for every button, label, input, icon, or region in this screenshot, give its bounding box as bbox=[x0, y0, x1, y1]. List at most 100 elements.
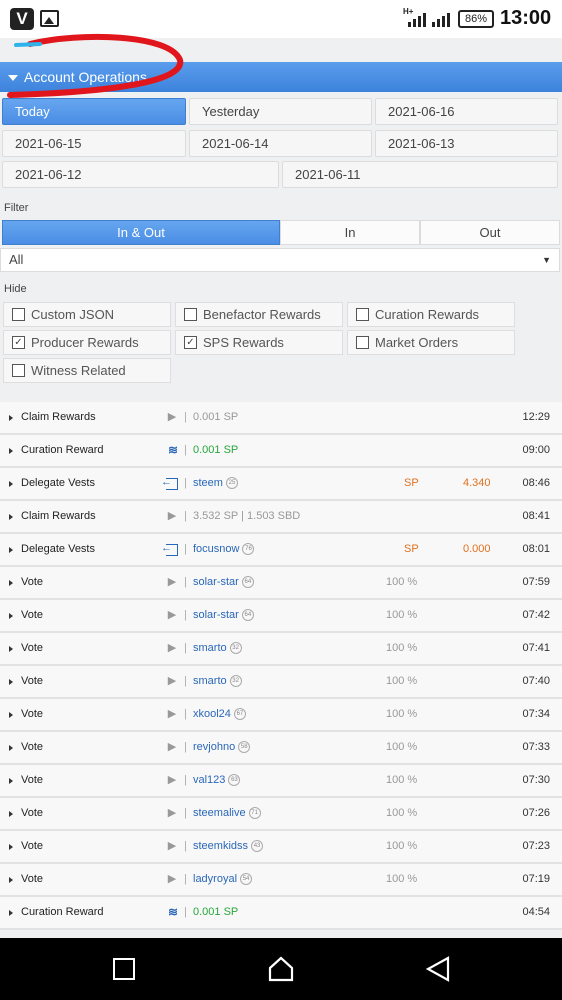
expand-arrow-icon[interactable] bbox=[9, 877, 13, 883]
vote-percent: 100 % bbox=[386, 675, 418, 687]
hide-producer-rewards-checkbox[interactable]: ✓ Producer Rewards bbox=[3, 330, 171, 355]
op-amount: 4.340 bbox=[463, 477, 491, 489]
recent-apps-icon[interactable] bbox=[113, 958, 135, 980]
operation-row[interactable]: Vote ▶ | solar-star 64 100 % 07:42 bbox=[0, 600, 562, 633]
filter-in-out-tab[interactable]: In & Out bbox=[2, 220, 280, 245]
op-time: 07:33 bbox=[522, 741, 550, 753]
expand-arrow-icon[interactable] bbox=[9, 844, 13, 850]
hide-sps-rewards-checkbox[interactable]: ✓ SPS Rewards bbox=[175, 330, 343, 355]
vote-percent: 100 % bbox=[386, 576, 418, 588]
date-today-button[interactable]: Today bbox=[2, 98, 186, 125]
op-amount: 0.000 bbox=[463, 543, 491, 555]
expand-arrow-icon[interactable] bbox=[9, 580, 13, 586]
vote-percent: 100 % bbox=[386, 774, 418, 786]
expand-arrow-icon[interactable] bbox=[9, 646, 13, 652]
date-button[interactable]: 2021-06-11 bbox=[282, 161, 558, 188]
user-link[interactable]: smarto 32 bbox=[193, 666, 242, 697]
play-icon: ▶ bbox=[167, 411, 177, 423]
expand-arrow-icon[interactable] bbox=[9, 811, 13, 817]
user-link[interactable]: val123 63 bbox=[193, 765, 241, 796]
user-link[interactable]: steemalive 71 bbox=[193, 798, 261, 829]
expand-arrow-icon[interactable] bbox=[9, 547, 13, 553]
expand-arrow-icon[interactable] bbox=[9, 481, 13, 487]
reputation-badge: 64 bbox=[241, 576, 254, 589]
expand-arrow-icon[interactable] bbox=[9, 448, 13, 454]
hide-market-orders-checkbox[interactable]: Market Orders bbox=[347, 330, 515, 355]
expand-arrow-icon[interactable] bbox=[9, 778, 13, 784]
op-time: 04:54 bbox=[522, 906, 550, 918]
operation-row[interactable]: Curation Reward ≋ | 0.001 SP 09:00 bbox=[0, 435, 562, 468]
operation-row[interactable]: Vote ▶ | solar-star 64 100 % 07:59 bbox=[0, 567, 562, 600]
reputation-badge: 71 bbox=[248, 807, 261, 820]
operation-row[interactable]: Vote ▶ | ladyroyal 54 100 % 07:19 bbox=[0, 864, 562, 897]
date-button[interactable]: 2021-06-13 bbox=[375, 130, 558, 157]
op-type: Vote bbox=[21, 807, 44, 819]
operation-row[interactable]: Delegate Vests | focusnow76 SP 0.000 08:… bbox=[0, 534, 562, 567]
user-link[interactable]: solar-star 64 bbox=[193, 600, 254, 631]
separator: | bbox=[184, 807, 187, 819]
date-yesterday-button[interactable]: Yesterday bbox=[189, 98, 372, 125]
expand-arrow-icon[interactable] bbox=[9, 613, 13, 619]
operation-row[interactable]: Vote ▶ | revjohno 58 100 % 07:33 bbox=[0, 732, 562, 765]
image-notification-icon bbox=[40, 10, 59, 27]
op-type: Vote bbox=[21, 675, 44, 687]
reputation-badge: 76 bbox=[242, 543, 255, 556]
expand-arrow-icon[interactable] bbox=[9, 712, 13, 718]
user-link[interactable]: xkool24 67 bbox=[193, 699, 246, 730]
operation-row[interactable]: Vote ▶ | smarto 32 100 % 07:41 bbox=[0, 633, 562, 666]
operation-row[interactable]: Curation Reward ≋ | 0.001 SP 04:54 bbox=[0, 897, 562, 930]
hide-curation-rewards-checkbox[interactable]: Curation Rewards bbox=[347, 302, 515, 327]
separator: | bbox=[184, 708, 187, 720]
operation-row[interactable]: Claim Rewards ▶ | 3.532 SP | 1.503 SBD 0… bbox=[0, 501, 562, 534]
clock: 13:00 bbox=[500, 7, 552, 29]
operation-row[interactable]: Vote ▶ | steemalive 71 100 % 07:26 bbox=[0, 798, 562, 831]
user-link[interactable]: ladyroyal 54 bbox=[193, 864, 253, 895]
hide-benefactor-rewards-checkbox[interactable]: Benefactor Rewards bbox=[175, 302, 343, 327]
filter-out-tab[interactable]: Out bbox=[420, 220, 560, 245]
steem-logo-icon: ≋ bbox=[167, 443, 178, 457]
date-button[interactable]: 2021-06-14 bbox=[189, 130, 372, 157]
date-button[interactable]: 2021-06-15 bbox=[2, 130, 186, 157]
checkbox-icon bbox=[184, 308, 197, 321]
separator: | bbox=[184, 411, 187, 423]
expand-arrow-icon[interactable] bbox=[9, 415, 13, 421]
reputation-badge: 25 bbox=[225, 477, 238, 490]
operation-row[interactable]: Delegate Vests | steem25 SP 4.340 08:46 bbox=[0, 468, 562, 501]
user-link[interactable]: solar-star 64 bbox=[193, 567, 254, 598]
filter-in-tab[interactable]: In bbox=[280, 220, 420, 245]
vote-percent: 100 % bbox=[386, 642, 418, 654]
op-type: Vote bbox=[21, 708, 44, 720]
user-link[interactable]: steem 25 bbox=[193, 468, 238, 499]
separator: | bbox=[184, 675, 187, 687]
op-detail: 3.532 SP | 1.503 SBD bbox=[193, 510, 301, 522]
expand-arrow-icon[interactable] bbox=[9, 514, 13, 520]
dropdown-arrow-icon: ▼ bbox=[542, 255, 551, 265]
user-link[interactable]: smarto 32 bbox=[193, 633, 242, 664]
operation-row[interactable]: Vote ▶ | smarto 32 100 % 07:40 bbox=[0, 666, 562, 699]
filter-select[interactable]: All ▼ bbox=[0, 248, 560, 272]
separator: | bbox=[184, 873, 187, 885]
user-link[interactable]: focusnow 76 bbox=[193, 534, 255, 565]
operation-row[interactable]: Vote ▶ | val123 63 100 % 07:30 bbox=[0, 765, 562, 798]
account-operations-header[interactable]: Account Operations bbox=[0, 62, 562, 92]
hide-witness-related-checkbox[interactable]: Witness Related bbox=[3, 358, 171, 383]
operation-row[interactable]: Claim Rewards ▶ | 0.001 SP 12:29 bbox=[0, 402, 562, 435]
op-detail: 0.001 SP bbox=[193, 411, 239, 423]
operation-row[interactable]: Vote ▶ | steemkidss 43 100 % 07:23 bbox=[0, 831, 562, 864]
expand-arrow-icon[interactable] bbox=[9, 910, 13, 916]
reputation-badge: 67 bbox=[233, 708, 246, 721]
home-icon[interactable] bbox=[268, 956, 294, 982]
back-icon[interactable] bbox=[426, 956, 450, 982]
operation-row[interactable]: Vote ▶ | xkool24 67 100 % 07:34 bbox=[0, 699, 562, 732]
expand-arrow-icon[interactable] bbox=[9, 679, 13, 685]
date-button[interactable]: 2021-06-12 bbox=[2, 161, 279, 188]
hide-custom-json-checkbox[interactable]: Custom JSON bbox=[3, 302, 171, 327]
checkbox-label: Custom JSON bbox=[31, 307, 115, 322]
app-logo-icon: V bbox=[10, 8, 34, 30]
user-link[interactable]: revjohno 58 bbox=[193, 732, 251, 763]
date-button[interactable]: 2021-06-16 bbox=[375, 98, 558, 125]
expand-arrow-icon[interactable] bbox=[9, 745, 13, 751]
checkbox-label: Producer Rewards bbox=[31, 335, 139, 350]
user-link[interactable]: steemkidss 43 bbox=[193, 831, 264, 862]
vote-percent: 100 % bbox=[386, 708, 418, 720]
